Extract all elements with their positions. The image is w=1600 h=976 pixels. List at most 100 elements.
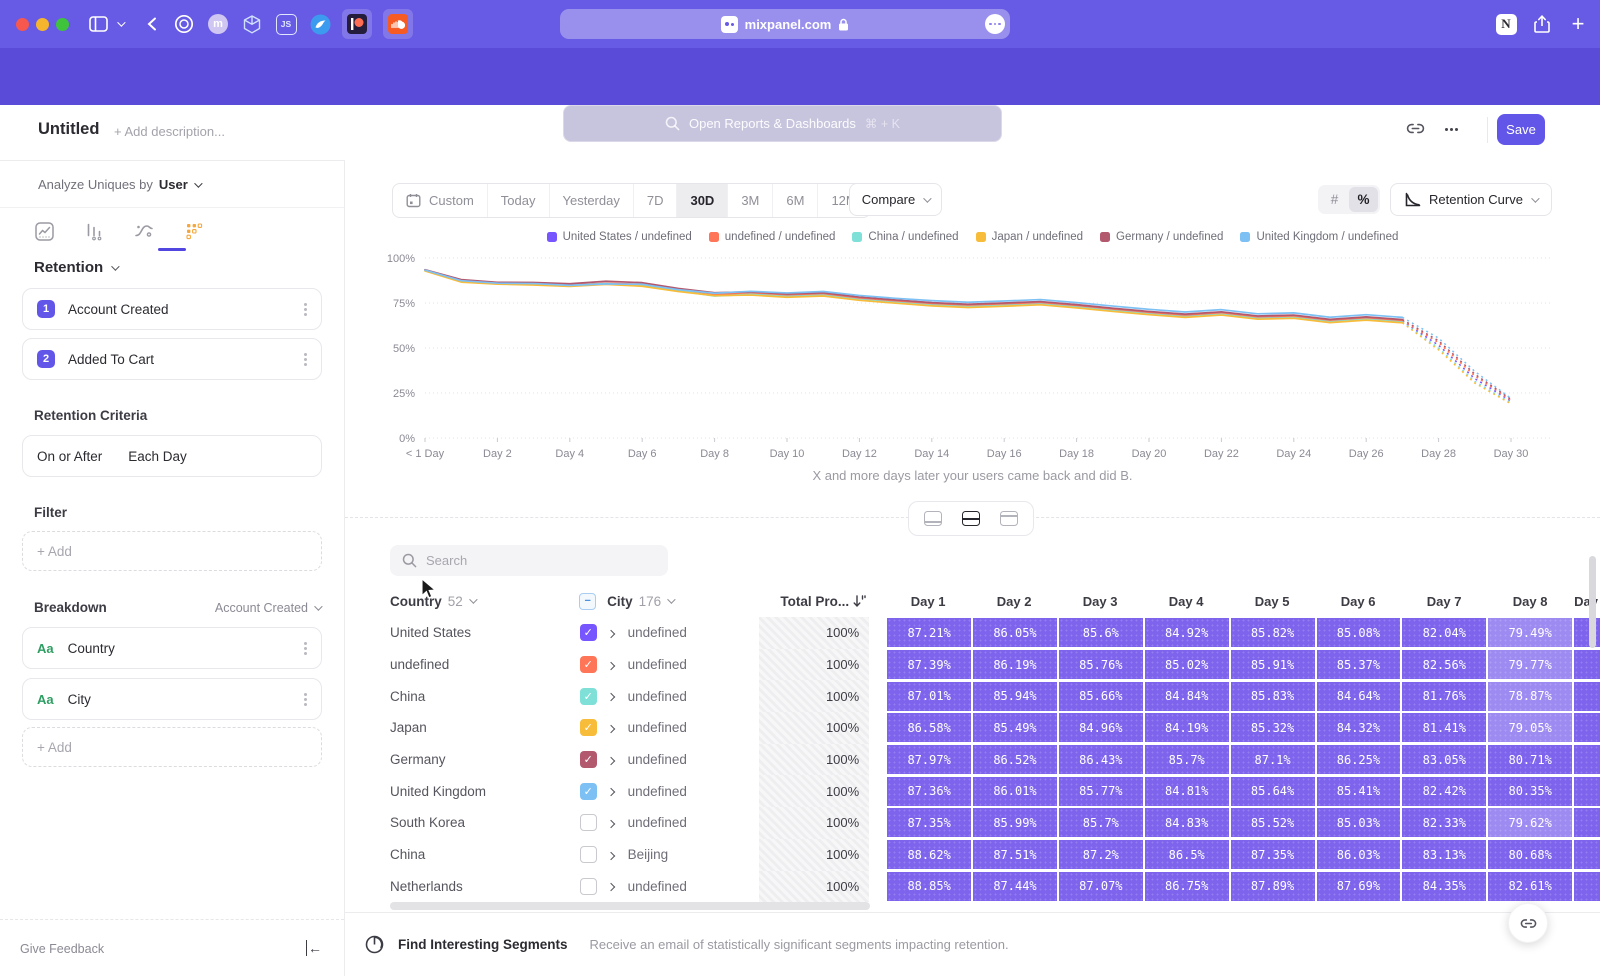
retention-value-cell[interactable]: 85.77% — [1059, 777, 1143, 806]
country-cell[interactable]: Netherlands — [390, 879, 580, 894]
legend-item[interactable]: Germany / undefined — [1100, 231, 1223, 243]
kebab-icon[interactable] — [304, 647, 307, 650]
row-checkbox[interactable] — [580, 814, 597, 831]
add-breakdown-button[interactable]: + Add — [22, 727, 322, 767]
chevron-down-icon[interactable] — [113, 12, 127, 36]
save-button[interactable]: Save — [1497, 114, 1545, 145]
js-icon[interactable]: JS — [274, 12, 298, 36]
table-search-input[interactable]: Search — [390, 545, 668, 576]
retention-value-cell[interactable]: 87.2% — [1059, 840, 1143, 869]
retention-value-cell[interactable]: 81.76% — [1402, 682, 1486, 711]
city-cell[interactable]: undefined — [628, 720, 760, 735]
retention-value-cell[interactable]: 84.35% — [1402, 872, 1486, 901]
country-column-header[interactable]: Country52 — [390, 594, 579, 609]
copy-link-icon[interactable] — [1406, 119, 1425, 138]
vertical-scrollbar[interactable] — [1589, 556, 1596, 648]
help-icon[interactable]: ? — [1325, 112, 1349, 136]
retention-chart[interactable]: 0%25%50%75%100%< 1 DayDay 2Day 4Day 6Day… — [345, 248, 1600, 464]
retention-value-cell[interactable]: 84.92% — [1145, 618, 1229, 647]
retention-value-cell[interactable]: 85.64% — [1231, 777, 1315, 806]
city-column-header[interactable]: City176 — [607, 594, 758, 609]
give-feedback-link[interactable]: Give Feedback — [20, 942, 104, 956]
expand-row-icon[interactable] — [608, 877, 628, 895]
retention-value-cell[interactable]: 81.41% — [1402, 713, 1486, 742]
data-management-icon[interactable] — [1236, 112, 1260, 136]
report-title[interactable]: Untitled — [38, 120, 99, 139]
retention-value-cell[interactable]: 83.13% — [1402, 840, 1486, 869]
day-column-header[interactable]: Day 6 — [1316, 594, 1400, 609]
retention-value-cell[interactable]: 85.82% — [1231, 618, 1315, 647]
address-bar[interactable]: mixpanel.com — [560, 9, 1010, 39]
city-cell[interactable]: undefined — [628, 815, 760, 830]
day-column-header[interactable]: Day 1 — [886, 594, 970, 609]
retention-value-cell[interactable]: 87.35% — [1231, 840, 1315, 869]
retention-value-cell[interactable]: 84.84% — [1145, 682, 1229, 711]
retention-value-cell[interactable]: 85.7% — [1145, 745, 1229, 774]
row-checkbox[interactable] — [580, 846, 597, 863]
retention-value-cell[interactable]: 86.75% — [1145, 872, 1229, 901]
select-all-checkbox[interactable]: − — [579, 593, 596, 610]
retention-value-cell[interactable]: 85.94% — [973, 682, 1057, 711]
retention-value-cell[interactable]: 85.08% — [1317, 618, 1401, 647]
legend-item[interactable]: undefined / undefined — [709, 231, 836, 243]
retention-value-cell[interactable]: 86.03% — [1317, 840, 1401, 869]
expand-row-icon[interactable] — [608, 751, 628, 769]
retention-value-cell[interactable]: 87.89% — [1231, 872, 1315, 901]
retention-value-cell[interactable]: 82.56% — [1402, 650, 1486, 679]
retention-criteria-card[interactable]: On or After Each Day — [22, 435, 322, 477]
retention-value-cell[interactable]: 88.62% — [887, 840, 971, 869]
day-column-header[interactable]: Day 2 — [972, 594, 1056, 609]
retention-value-cell[interactable]: 85.6% — [1059, 618, 1143, 647]
legend-item[interactable]: China / undefined — [852, 231, 958, 243]
retention-value-cell[interactable]: 82.04% — [1402, 618, 1486, 647]
country-cell[interactable]: South Korea — [390, 815, 580, 830]
retention-value-cell[interactable]: 85.41% — [1317, 777, 1401, 806]
sidebar-toggle-icon[interactable] — [86, 12, 110, 36]
legend-item[interactable]: United Kingdom / undefined — [1240, 231, 1398, 243]
range-3m[interactable]: 3M — [727, 184, 772, 217]
layout-split-icon[interactable] — [956, 506, 986, 532]
range-6m[interactable]: 6M — [772, 184, 817, 217]
row-checkbox[interactable]: ✓ — [580, 624, 597, 641]
range-today[interactable]: Today — [487, 184, 549, 217]
horizontal-scrollbar[interactable] — [390, 902, 870, 910]
city-cell[interactable]: undefined — [628, 879, 760, 894]
apps-grid-icon[interactable] — [1281, 113, 1305, 137]
total-column-header[interactable]: Total Pro... — [759, 594, 869, 609]
retention-value-cell[interactable]: 85.32% — [1231, 713, 1315, 742]
tab-funnels[interactable] — [80, 216, 108, 246]
row-checkbox[interactable]: ✓ — [580, 656, 597, 673]
retention-value-cell[interactable]: 87.21% — [887, 618, 971, 647]
retention-value-cell[interactable]: 85.91% — [1231, 650, 1315, 679]
percent-toggle[interactable]: % — [1349, 187, 1378, 212]
retention-value-cell[interactable]: 85.66% — [1059, 682, 1143, 711]
retention-value-cell[interactable]: 87.44% — [973, 872, 1057, 901]
country-cell[interactable]: Germany — [390, 752, 580, 767]
retention-value-cell[interactable]: 78.87% — [1488, 682, 1572, 711]
find-segments-title[interactable]: Find Interesting Segments — [398, 937, 568, 952]
retention-section-header[interactable]: Retention — [34, 259, 117, 276]
retention-value-cell[interactable]: 85.52% — [1231, 808, 1315, 837]
retention-value-cell[interactable]: 87.39% — [887, 650, 971, 679]
traffic-light-maximize[interactable] — [56, 18, 69, 31]
expand-row-icon[interactable] — [608, 846, 628, 864]
retention-value-cell[interactable]: 86.25% — [1317, 745, 1401, 774]
retention-value-cell[interactable]: 87.69% — [1317, 872, 1401, 901]
breakdown-city[interactable]: Aa City — [22, 678, 322, 720]
retention-value-cell[interactable]: 82.61% — [1488, 872, 1572, 901]
retention-value-cell[interactable]: 86.19% — [973, 650, 1057, 679]
traffic-light-minimize[interactable] — [36, 18, 49, 31]
expand-row-icon[interactable] — [608, 656, 628, 674]
retention-value-cell[interactable]: 86.58% — [887, 713, 971, 742]
traffic-light-close[interactable] — [16, 18, 29, 31]
cube-icon[interactable] — [240, 12, 264, 36]
retention-value-cell[interactable]: 86.5% — [1145, 840, 1229, 869]
retention-value-cell[interactable]: 85.76% — [1059, 650, 1143, 679]
row-checkbox[interactable]: ✓ — [580, 688, 597, 705]
row-checkbox[interactable] — [580, 878, 597, 895]
notion-icon[interactable]: N — [1494, 12, 1518, 36]
retention-value-cell[interactable]: 86.01% — [973, 777, 1057, 806]
country-cell[interactable]: undefined — [390, 657, 580, 672]
retention-value-cell[interactable]: 80.35% — [1488, 777, 1572, 806]
nav-users[interactable]: Users — [268, 117, 303, 132]
